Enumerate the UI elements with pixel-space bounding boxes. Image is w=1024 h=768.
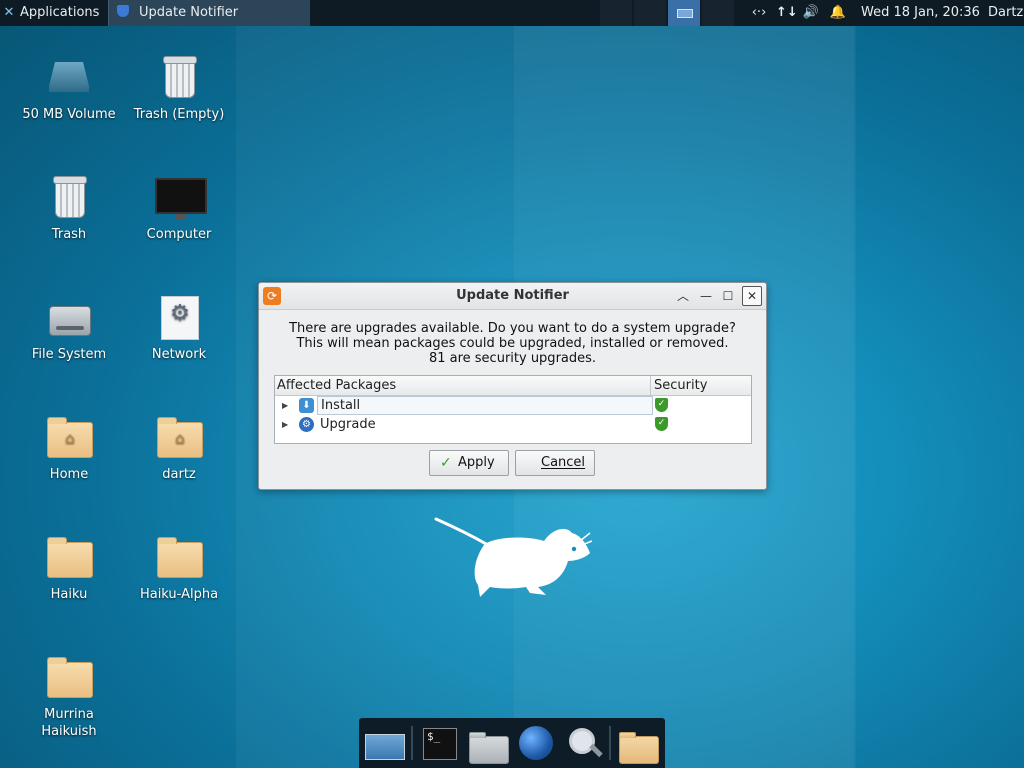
xfce-mouse-logo [434,517,593,597]
hard-drive-icon [49,306,91,336]
workspace-3[interactable] [668,0,700,26]
dock-separator [411,726,413,760]
apply-button[interactable]: ✓ Apply [429,450,509,476]
desktop-icon-label: dartz [162,467,196,482]
maximize-icon[interactable]: ☐ [718,286,738,306]
packages-tree[interactable]: Affected Packages Security ▶ ⬇ Install ✓… [274,375,752,444]
desktop-icon-haiku[interactable]: Haiku [21,536,117,603]
roll-up-icon[interactable]: ︿ [673,286,693,306]
trash-icon [53,176,87,218]
close-icon[interactable]: ✕ [742,286,762,306]
xfce-logo-icon: ✕ [3,5,15,20]
desktop-icon-label: Network [151,347,207,362]
minimize-icon[interactable]: — [696,286,716,306]
column-header-security[interactable]: Security [650,376,749,395]
app-finder-launcher[interactable] [563,724,605,764]
workspace-4[interactable] [702,0,734,26]
update-notifier-dialog: ⟳ Update Notifier ︿ — ☐ ✕ There are upgr… [258,282,767,490]
cancel-label: Cancel [541,455,586,470]
desktop-icon-network[interactable]: ⚙ Network [131,296,227,363]
desktop-icon-trash[interactable]: Trash [21,176,117,243]
folder-icon [619,732,659,764]
shield-check-icon: ✓ [655,398,668,412]
clock[interactable]: Wed 18 Jan, 20:36 [861,0,980,26]
show-desktop-button[interactable] [363,724,405,764]
workspace-1[interactable] [600,0,632,26]
desktop-icon-label: Haiku-Alpha [139,587,219,602]
install-icon: ⬇ [299,398,314,413]
folder-icon [157,537,203,578]
web-browser-launcher[interactable] [515,724,557,764]
drive-volume-icon [49,62,89,92]
apply-label: Apply [458,455,495,470]
show-desktop-icon [365,734,405,760]
desktop-icon-label: 50 MB Volume [22,107,116,122]
checkmark-icon: ✓ [440,455,452,471]
tree-row-install[interactable]: ▶ ⬇ Install ✓ [275,396,751,415]
dock-separator [609,726,611,760]
message-line: This will mean packages could be upgrade… [296,336,729,351]
update-notifier-icon [117,5,129,17]
tree-row-upgrade[interactable]: ▶ ⚙ Upgrade ✓ [275,415,751,434]
workspace-2[interactable] [634,0,666,26]
dialog-message: There are upgrades available. Do you wan… [269,321,756,366]
upgrade-gear-icon: ⚙ [299,417,314,432]
network-updown-icon[interactable]: ↑↓ [776,0,798,26]
desktop-icon-trash-empty[interactable]: Trash (Empty) [131,56,227,123]
folder-icon [47,657,93,698]
terminal-launcher[interactable]: $_ [419,724,461,764]
desktop-icon-label: Home [49,467,89,482]
user-menu[interactable]: Dartz [988,0,1023,26]
top-panel: ✕Applications ☰ Update Notifier ‹·› ↑↓ 🔊… [0,0,1024,26]
home-folder-icon: ⌂ [47,417,93,458]
desktop-icon-label: Trash [51,227,87,242]
desktop-icon-dartz[interactable]: ⌂ dartz [131,416,227,483]
message-line: There are upgrades available. Do you wan… [289,321,736,336]
volume-icon[interactable]: 🔊 [801,0,821,26]
taskbar-label: Update Notifier [139,5,239,20]
terminal-icon: $_ [423,728,457,760]
home-folder-icon: ⌂ [157,417,203,458]
applications-label: Applications [20,5,100,20]
taskbar-button-update-notifier[interactable]: Update Notifier [108,0,310,26]
folder-launcher[interactable] [617,724,659,764]
cancel-button[interactable]: Cancel [515,450,595,476]
message-line: 81 are security upgrades. [428,351,597,366]
desktop-icon-label: Murrina Haikuish [41,707,97,739]
file-manager-launcher[interactable] [467,724,509,764]
desktop-icon-label: Trash (Empty) [133,107,225,122]
row-label: Install [317,396,653,415]
desktop-icon-label: Computer [146,227,212,242]
desktop-icon-computer[interactable]: Computer [131,176,227,243]
desktop-icon-home[interactable]: ⌂ Home [21,416,117,483]
desktop-icon-file-system[interactable]: File System [21,296,117,363]
file-manager-icon [469,732,509,764]
expander-icon[interactable]: ▶ [282,396,288,415]
tree-header: Affected Packages Security [275,376,751,396]
search-icon-handle [589,743,603,758]
computer-icon [155,178,207,220]
folder-icon [47,537,93,578]
applications-menu[interactable]: ✕Applications ☰ [0,0,120,26]
globe-icon [519,726,553,760]
shield-check-icon: ✓ [655,417,668,431]
row-label: Upgrade [320,417,376,432]
network-gear-icon: ⚙ [161,296,199,340]
desktop-icon-50mb-volume[interactable]: 50 MB Volume [21,56,117,123]
expander-icon[interactable]: ▶ [282,415,288,434]
network-arrows-icon[interactable]: ‹·› [748,0,770,26]
trash-empty-icon [163,56,197,98]
desktop-icon-haiku-alpha[interactable]: Haiku-Alpha [131,536,227,603]
dialog-titlebar[interactable]: ⟳ Update Notifier ︿ — ☐ ✕ [259,283,766,310]
bottom-dock: $_ [359,718,665,768]
desktop-icon-label: Haiku [50,587,88,602]
column-header-affected-packages[interactable]: Affected Packages [275,376,396,395]
desktop-icon-label: File System [31,347,107,362]
notification-bell-icon[interactable]: 🔔 [828,0,848,26]
desktop-icon-murrina-haikuish[interactable]: Murrina Haikuish [21,656,117,740]
